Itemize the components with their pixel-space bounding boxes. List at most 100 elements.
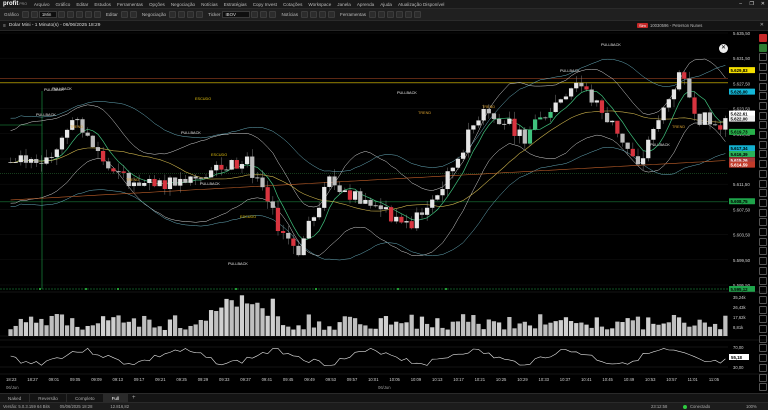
calculator-icon[interactable] [369,11,377,18]
menu-item-13[interactable]: Aprenda [357,2,374,7]
maximize-button[interactable]: ❐ [750,1,754,7]
chart-close-icon[interactable]: ✕ [760,22,764,28]
side-tool-icon[interactable] [759,82,767,91]
side-tool-icon[interactable] [759,34,767,42]
side-tool-icon[interactable] [759,334,767,343]
side-tool-icon[interactable] [759,121,767,130]
menu-item-4[interactable]: Ferramentas [117,2,143,7]
chart-menu-icon[interactable]: ≡ [3,23,6,29]
side-tool-icon[interactable] [759,43,767,52]
menu-item-6[interactable]: Negociação [171,2,195,7]
rss-icon[interactable] [310,11,318,18]
side-tool-icon[interactable] [759,373,767,382]
volume-bar [697,319,702,336]
ticker-input[interactable]: IBOV [222,11,251,18]
side-tool-icon[interactable] [759,63,767,72]
side-tool-icon[interactable] [759,295,767,304]
side-tool-icon[interactable] [759,198,767,207]
cursor-icon[interactable] [75,11,83,18]
position-icon[interactable] [187,11,195,18]
new-chart-icon[interactable] [21,11,29,18]
side-tool-icon[interactable] [759,72,767,81]
menu-item-5[interactable]: Opções [149,2,165,7]
tab-reversao[interactable]: Reversão [30,394,67,402]
menu-item-7[interactable]: Notícias [201,2,218,7]
side-tool-icon[interactable] [759,276,767,285]
side-tool-icon[interactable] [759,208,767,217]
volume-bar [244,303,250,336]
side-tool-icon[interactable] [759,140,767,149]
scanner-icon[interactable] [378,11,386,18]
side-tool-icon[interactable] [759,383,767,392]
search-icon[interactable] [251,11,259,18]
menu-item-15[interactable]: Atualização Disponível [398,2,444,7]
side-tool-icon[interactable] [759,92,767,101]
side-tool-icon[interactable] [759,101,767,110]
menu-item-9[interactable]: Copy Invest [253,2,277,7]
layout-icon[interactable] [396,11,404,18]
help-icon[interactable] [414,11,422,18]
side-tool-icon[interactable] [759,286,767,295]
side-tool-icon[interactable] [759,53,767,62]
candle-body [455,158,461,168]
menu-item-0[interactable]: Arquivo [34,2,50,7]
minimize-button[interactable]: – [739,1,742,7]
strategy-icon[interactable] [196,11,204,18]
side-tool-icon[interactable] [759,150,767,159]
grid-icon[interactable] [269,11,277,18]
menu-item-1[interactable]: Gráfico [56,2,71,7]
calendar-icon[interactable] [319,11,327,18]
alert-icon[interactable] [328,11,336,18]
side-tool-icon[interactable] [759,160,767,169]
side-tool-icon[interactable] [759,363,767,372]
tab-full[interactable]: Full [103,394,129,402]
edit-icon[interactable] [120,11,128,18]
side-tool-icon[interactable] [759,218,767,227]
chart-window-title-bar: ≡ Dolar Mini - 1 Minuto(s) - 06/06/2025 … [0,21,768,31]
menu-item-14[interactable]: Ajuda [380,2,392,7]
zoom-in-icon[interactable] [57,11,65,18]
menu-item-11[interactable]: Workspace [308,2,331,7]
news-icon[interactable] [301,11,309,18]
dom-icon[interactable] [178,11,186,18]
side-tool-icon[interactable] [759,111,767,120]
candle-body [131,182,137,187]
side-tool-icon[interactable] [759,131,767,139]
menu-item-10[interactable]: Cotações [283,2,302,7]
volume-bar [85,325,90,336]
menu-item-8[interactable]: Estratégias [224,2,247,7]
settings-icon[interactable] [387,11,395,18]
side-tool-icon[interactable] [759,169,767,178]
side-tool-icon[interactable] [759,325,767,333]
side-tool-icon[interactable] [759,344,767,353]
volume-bar [486,319,491,336]
chart-close-button[interactable]: ✕ [719,44,728,53]
candle-icon[interactable] [30,11,38,18]
menu-item-2[interactable]: Editar [76,2,88,7]
close-window-button[interactable]: ✕ [761,1,765,7]
crosshair-icon[interactable] [84,11,92,18]
timeframe-select[interactable]: 1Min [38,11,57,18]
side-tool-icon[interactable] [759,189,767,198]
side-tool-icon[interactable] [759,305,767,314]
side-tool-icon[interactable] [759,247,767,256]
price-chart[interactable]: PULLBACK PULLBACK TREND PULLBACK ESCUDO PULLB… [0,31,768,393]
order-icon[interactable] [169,11,177,18]
list-icon[interactable] [260,11,268,18]
side-tool-icon[interactable] [759,228,767,236]
drawing-icon[interactable] [93,11,101,18]
side-tool-icon[interactable] [759,315,767,324]
menu-item-3[interactable]: Estudos [94,2,111,7]
menu-item-12[interactable]: Janela [337,2,351,7]
side-tool-icon[interactable] [759,257,767,266]
tab-completo[interactable]: Completo [67,394,104,402]
copy-icon[interactable] [129,11,137,18]
side-tool-icon[interactable] [759,179,767,188]
side-tool-icon[interactable] [759,237,767,246]
tab-naked[interactable]: Naked [0,394,31,402]
add-tab-icon[interactable]: + [132,395,136,401]
side-tool-icon[interactable] [759,354,767,363]
screenshot-icon[interactable] [405,11,413,18]
zoom-out-icon[interactable] [66,11,74,18]
side-tool-icon[interactable] [759,266,767,275]
